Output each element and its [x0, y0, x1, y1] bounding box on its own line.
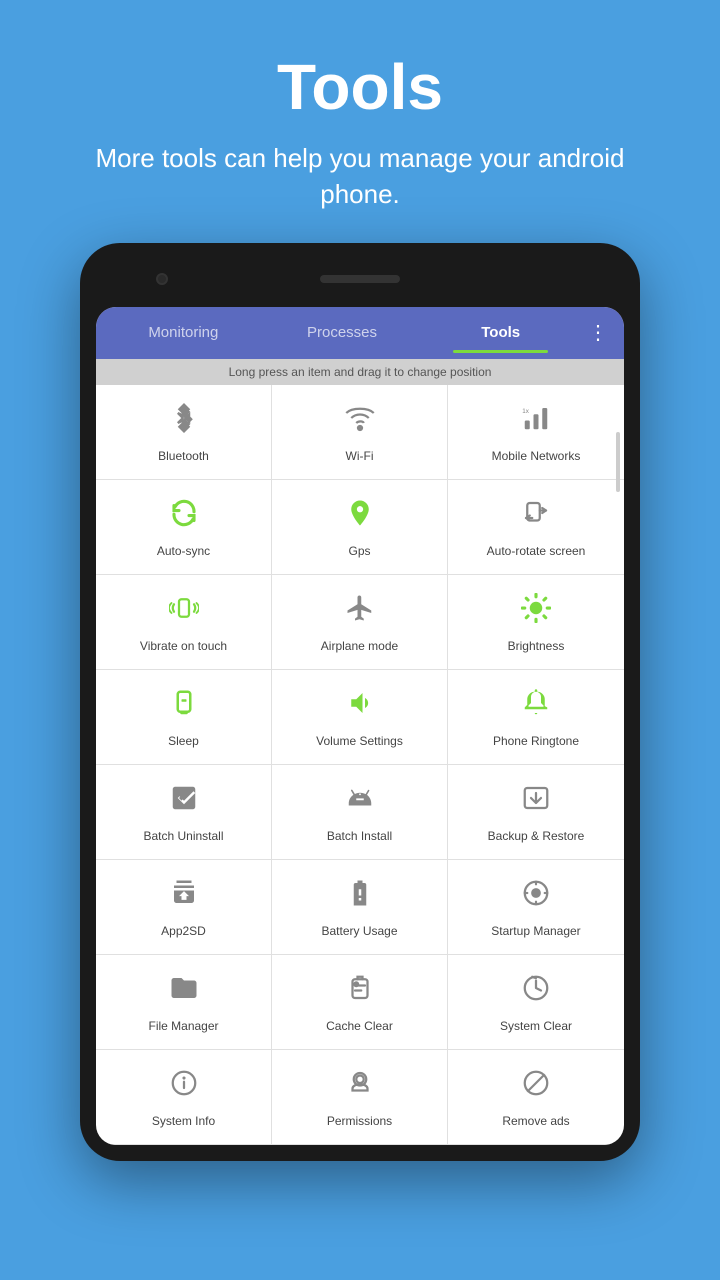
header-section: Tools More tools can help you manage you… [0, 0, 720, 243]
phone-screen: Monitoring Processes Tools ⋮ Long press … [96, 307, 624, 1145]
startup-label: Startup Manager [491, 924, 580, 940]
file-manager-label: File Manager [148, 1019, 218, 1035]
tool-system-info[interactable]: System Info [96, 1050, 272, 1145]
tool-airplane[interactable]: Airplane mode [272, 575, 448, 670]
tool-remove-ads[interactable]: Remove ads [448, 1050, 624, 1145]
batch-uninstall-icon [169, 783, 199, 821]
page-title: Tools [40, 50, 680, 124]
svg-text:1x: 1x [522, 408, 529, 415]
startup-icon [521, 878, 551, 916]
app2sd-label: App2SD [161, 924, 206, 940]
vibrate-label: Vibrate on touch [140, 639, 227, 655]
cache-clear-icon [345, 973, 375, 1011]
tab-monitoring[interactable]: Monitoring [104, 312, 263, 353]
tool-app2sd[interactable]: App2SD [96, 860, 272, 955]
permissions-icon [345, 1068, 375, 1106]
page-subtitle: More tools can help you manage your andr… [40, 140, 680, 213]
battery-label: Battery Usage [321, 924, 397, 940]
tool-cache-clear[interactable]: Cache Clear [272, 955, 448, 1050]
wifi-label: Wi-Fi [346, 449, 374, 465]
gps-icon [345, 498, 375, 536]
auto-sync-icon [169, 498, 199, 536]
mobile-networks-icon: 1x [521, 403, 551, 441]
brightness-icon [521, 593, 551, 631]
ringtone-label: Phone Ringtone [493, 734, 579, 750]
tool-batch-install[interactable]: Batch Install [272, 765, 448, 860]
phone-screen-wrapper: Monitoring Processes Tools ⋮ Long press … [96, 307, 624, 1145]
system-info-label: System Info [152, 1114, 215, 1130]
backup-label: Backup & Restore [488, 829, 585, 845]
batch-uninstall-label: Batch Uninstall [143, 829, 223, 845]
sleep-label: Sleep [168, 734, 199, 750]
gps-label: Gps [348, 544, 370, 560]
ringtone-icon [521, 688, 551, 726]
hint-bar: Long press an item and drag it to change… [96, 359, 624, 385]
phone-frame: Monitoring Processes Tools ⋮ Long press … [80, 243, 640, 1161]
tool-permissions[interactable]: Permissions [272, 1050, 448, 1145]
batch-install-icon [345, 783, 375, 821]
brightness-label: Brightness [508, 639, 565, 655]
airplane-icon [345, 593, 375, 631]
phone-camera [156, 273, 168, 285]
phone-top [96, 259, 624, 299]
scroll-indicator [616, 432, 620, 492]
tool-backup[interactable]: Backup & Restore [448, 765, 624, 860]
remove-ads-label: Remove ads [502, 1114, 569, 1130]
remove-ads-icon [521, 1068, 551, 1106]
batch-install-label: Batch Install [327, 829, 392, 845]
volume-label: Volume Settings [316, 734, 403, 750]
auto-sync-label: Auto-sync [157, 544, 210, 560]
battery-icon [345, 878, 375, 916]
tool-startup[interactable]: Startup Manager [448, 860, 624, 955]
cache-clear-label: Cache Clear [326, 1019, 393, 1035]
system-info-icon [169, 1068, 199, 1106]
more-menu-button[interactable]: ⋮ [580, 312, 616, 353]
tool-mobile-networks[interactable]: 1x Mobile Networks [448, 385, 624, 480]
volume-icon [345, 688, 375, 726]
tool-file-manager[interactable]: File Manager [96, 955, 272, 1050]
tool-sleep[interactable]: Sleep [96, 670, 272, 765]
tools-grid: Bluetooth Wi-Fi [96, 385, 624, 1145]
bluetooth-icon [169, 403, 199, 441]
tool-auto-rotate[interactable]: Auto-rotate screen [448, 480, 624, 575]
vibrate-icon [169, 593, 199, 631]
tool-battery[interactable]: Battery Usage [272, 860, 448, 955]
tool-gps[interactable]: Gps [272, 480, 448, 575]
airplane-label: Airplane mode [321, 639, 398, 655]
file-manager-icon [169, 973, 199, 1011]
tool-batch-uninstall[interactable]: Batch Uninstall [96, 765, 272, 860]
phone-speaker [320, 275, 400, 283]
auto-rotate-icon [521, 498, 551, 536]
tool-wifi[interactable]: Wi-Fi [272, 385, 448, 480]
app2sd-icon [169, 878, 199, 916]
tab-tools[interactable]: Tools [421, 312, 580, 353]
backup-icon [521, 783, 551, 821]
permissions-label: Permissions [327, 1114, 392, 1130]
tool-vibrate[interactable]: Vibrate on touch [96, 575, 272, 670]
system-clear-icon [521, 973, 551, 1011]
auto-rotate-label: Auto-rotate screen [487, 544, 586, 560]
nav-tabs: Monitoring Processes Tools ⋮ [96, 307, 624, 359]
tool-ringtone[interactable]: Phone Ringtone [448, 670, 624, 765]
tool-auto-sync[interactable]: Auto-sync [96, 480, 272, 575]
bluetooth-label: Bluetooth [158, 449, 209, 465]
tool-bluetooth[interactable]: Bluetooth [96, 385, 272, 480]
mobile-networks-label: Mobile Networks [492, 449, 581, 465]
tool-system-clear[interactable]: System Clear [448, 955, 624, 1050]
tool-brightness[interactable]: Brightness [448, 575, 624, 670]
system-clear-label: System Clear [500, 1019, 572, 1035]
tab-processes[interactable]: Processes [263, 312, 422, 353]
tool-volume[interactable]: Volume Settings [272, 670, 448, 765]
sleep-icon [169, 688, 199, 726]
wifi-icon [345, 403, 375, 441]
